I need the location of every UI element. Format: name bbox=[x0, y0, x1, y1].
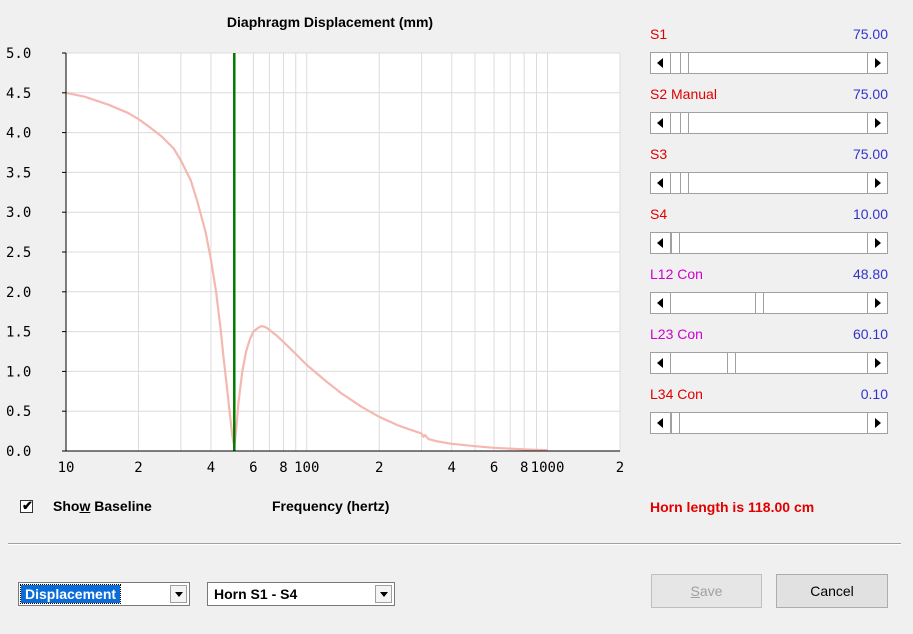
y-tick-label: 0.5 bbox=[6, 404, 31, 420]
cancel-button[interactable]: Cancel bbox=[776, 574, 888, 608]
slider-value: 75.00 bbox=[852, 86, 888, 102]
slider-label: S4 bbox=[650, 206, 668, 222]
slider-scrollbar[interactable] bbox=[650, 412, 888, 434]
scroll-right-arrow-icon[interactable] bbox=[867, 353, 887, 373]
slider-thumb[interactable] bbox=[680, 53, 690, 73]
slider-label: L12 Con bbox=[650, 266, 703, 282]
scroll-right-arrow-icon[interactable] bbox=[867, 53, 887, 73]
horn-select[interactable]: Horn S1 - S4 bbox=[207, 582, 395, 606]
y-tick-label: 4.5 bbox=[6, 86, 31, 102]
slider-value: 10.00 bbox=[852, 206, 888, 222]
scroll-right-arrow-icon[interactable] bbox=[867, 113, 887, 133]
scroll-right-arrow-icon[interactable] bbox=[867, 413, 887, 433]
slider-thumb[interactable] bbox=[680, 173, 690, 193]
x-tick-label: 8 bbox=[520, 460, 528, 476]
slider-value: 75.00 bbox=[852, 146, 888, 162]
chart-title: Diaphragm Displacement (mm) bbox=[227, 14, 433, 30]
divider bbox=[8, 543, 901, 545]
chevron-down-icon[interactable] bbox=[170, 585, 187, 603]
y-tick-label: 3.0 bbox=[6, 205, 31, 221]
y-tick-label: 4.0 bbox=[6, 126, 31, 142]
check-mark-icon: ✔ bbox=[22, 498, 33, 513]
y-tick-label: 5.0 bbox=[6, 46, 31, 62]
x-tick-label: 2 bbox=[134, 460, 142, 476]
slider-value: 75.00 bbox=[852, 26, 888, 42]
x-tick-label: 2 bbox=[616, 460, 624, 476]
x-tick-label: 6 bbox=[249, 460, 257, 476]
display-type-value: Displacement bbox=[19, 584, 122, 604]
horn-length-text: Horn length is 118.00 cm bbox=[650, 499, 815, 515]
x-axis-title: Frequency (hertz) bbox=[272, 498, 390, 514]
scroll-right-arrow-icon[interactable] bbox=[867, 173, 887, 193]
slider-label: S1 bbox=[650, 26, 668, 42]
y-tick-label: 2.0 bbox=[6, 285, 31, 301]
horn-select-value: Horn S1 - S4 bbox=[214, 586, 298, 602]
x-tick-label: 10 bbox=[58, 460, 75, 476]
slider-value: 60.10 bbox=[852, 326, 888, 342]
scroll-left-arrow-icon[interactable] bbox=[651, 233, 671, 253]
y-tick-label: 0.0 bbox=[6, 444, 31, 460]
scroll-left-arrow-icon[interactable] bbox=[651, 113, 671, 133]
scroll-left-arrow-icon[interactable] bbox=[651, 293, 671, 313]
show-baseline-label[interactable]: Show Baseline bbox=[53, 498, 152, 514]
y-tick-label: 3.5 bbox=[6, 165, 31, 181]
y-tick-label: 1.0 bbox=[6, 364, 31, 380]
slider-scrollbar[interactable] bbox=[650, 232, 888, 254]
scroll-right-arrow-icon[interactable] bbox=[867, 233, 887, 253]
slider-scrollbar[interactable] bbox=[650, 292, 888, 314]
x-tick-label: 4 bbox=[447, 460, 455, 476]
x-tick-label: 2 bbox=[375, 460, 383, 476]
slider-label: L23 Con bbox=[650, 326, 703, 342]
slider-thumb[interactable] bbox=[727, 353, 737, 373]
slider-label: S2 Manual bbox=[650, 86, 717, 102]
slider-thumb[interactable] bbox=[671, 413, 680, 433]
show-baseline-checkbox[interactable]: ✔ bbox=[20, 498, 33, 513]
slider-scrollbar[interactable] bbox=[650, 112, 888, 134]
slider-scrollbar[interactable] bbox=[650, 172, 888, 194]
scroll-left-arrow-icon[interactable] bbox=[651, 173, 671, 193]
y-tick-label: 1.5 bbox=[6, 325, 31, 341]
y-axis-ticks: 5.0 4.5 4.0 3.5 3.0 2.5 2.0 1.5 1.0 0.5 0.0 bbox=[6, 46, 66, 460]
scroll-right-arrow-icon[interactable] bbox=[867, 293, 887, 313]
slider-thumb[interactable] bbox=[671, 233, 680, 253]
slider-scrollbar[interactable] bbox=[650, 52, 888, 74]
displacement-chart: Diaphragm Displacement (mm) 5.0 4.5 4.0 3.5… bbox=[6, 14, 625, 476]
slider-scrollbar[interactable] bbox=[650, 352, 888, 374]
x-tick-label: 8 bbox=[279, 460, 287, 476]
slider-value: 48.80 bbox=[852, 266, 888, 282]
x-tick-label: 100 bbox=[294, 460, 319, 476]
slider-value: 0.10 bbox=[860, 386, 888, 402]
scroll-left-arrow-icon[interactable] bbox=[651, 413, 671, 433]
scroll-left-arrow-icon[interactable] bbox=[651, 353, 671, 373]
chevron-down-icon[interactable] bbox=[375, 585, 392, 603]
display-type-select[interactable]: Displacement bbox=[18, 582, 190, 606]
scroll-left-arrow-icon[interactable] bbox=[651, 53, 671, 73]
slider-label: L34 Con bbox=[650, 386, 703, 402]
slider-thumb[interactable] bbox=[680, 113, 690, 133]
x-tick-label: 4 bbox=[207, 460, 215, 476]
x-axis-ticks: 10 2 4 6 8 100 2 4 6 8 1000 2 bbox=[58, 460, 625, 476]
x-tick-label: 1000 bbox=[531, 460, 565, 476]
x-tick-label: 6 bbox=[490, 460, 498, 476]
y-tick-label: 2.5 bbox=[6, 245, 31, 261]
slider-label: S3 bbox=[650, 146, 668, 162]
save-button[interactable]: Save bbox=[651, 574, 762, 608]
slider-thumb[interactable] bbox=[755, 293, 765, 313]
